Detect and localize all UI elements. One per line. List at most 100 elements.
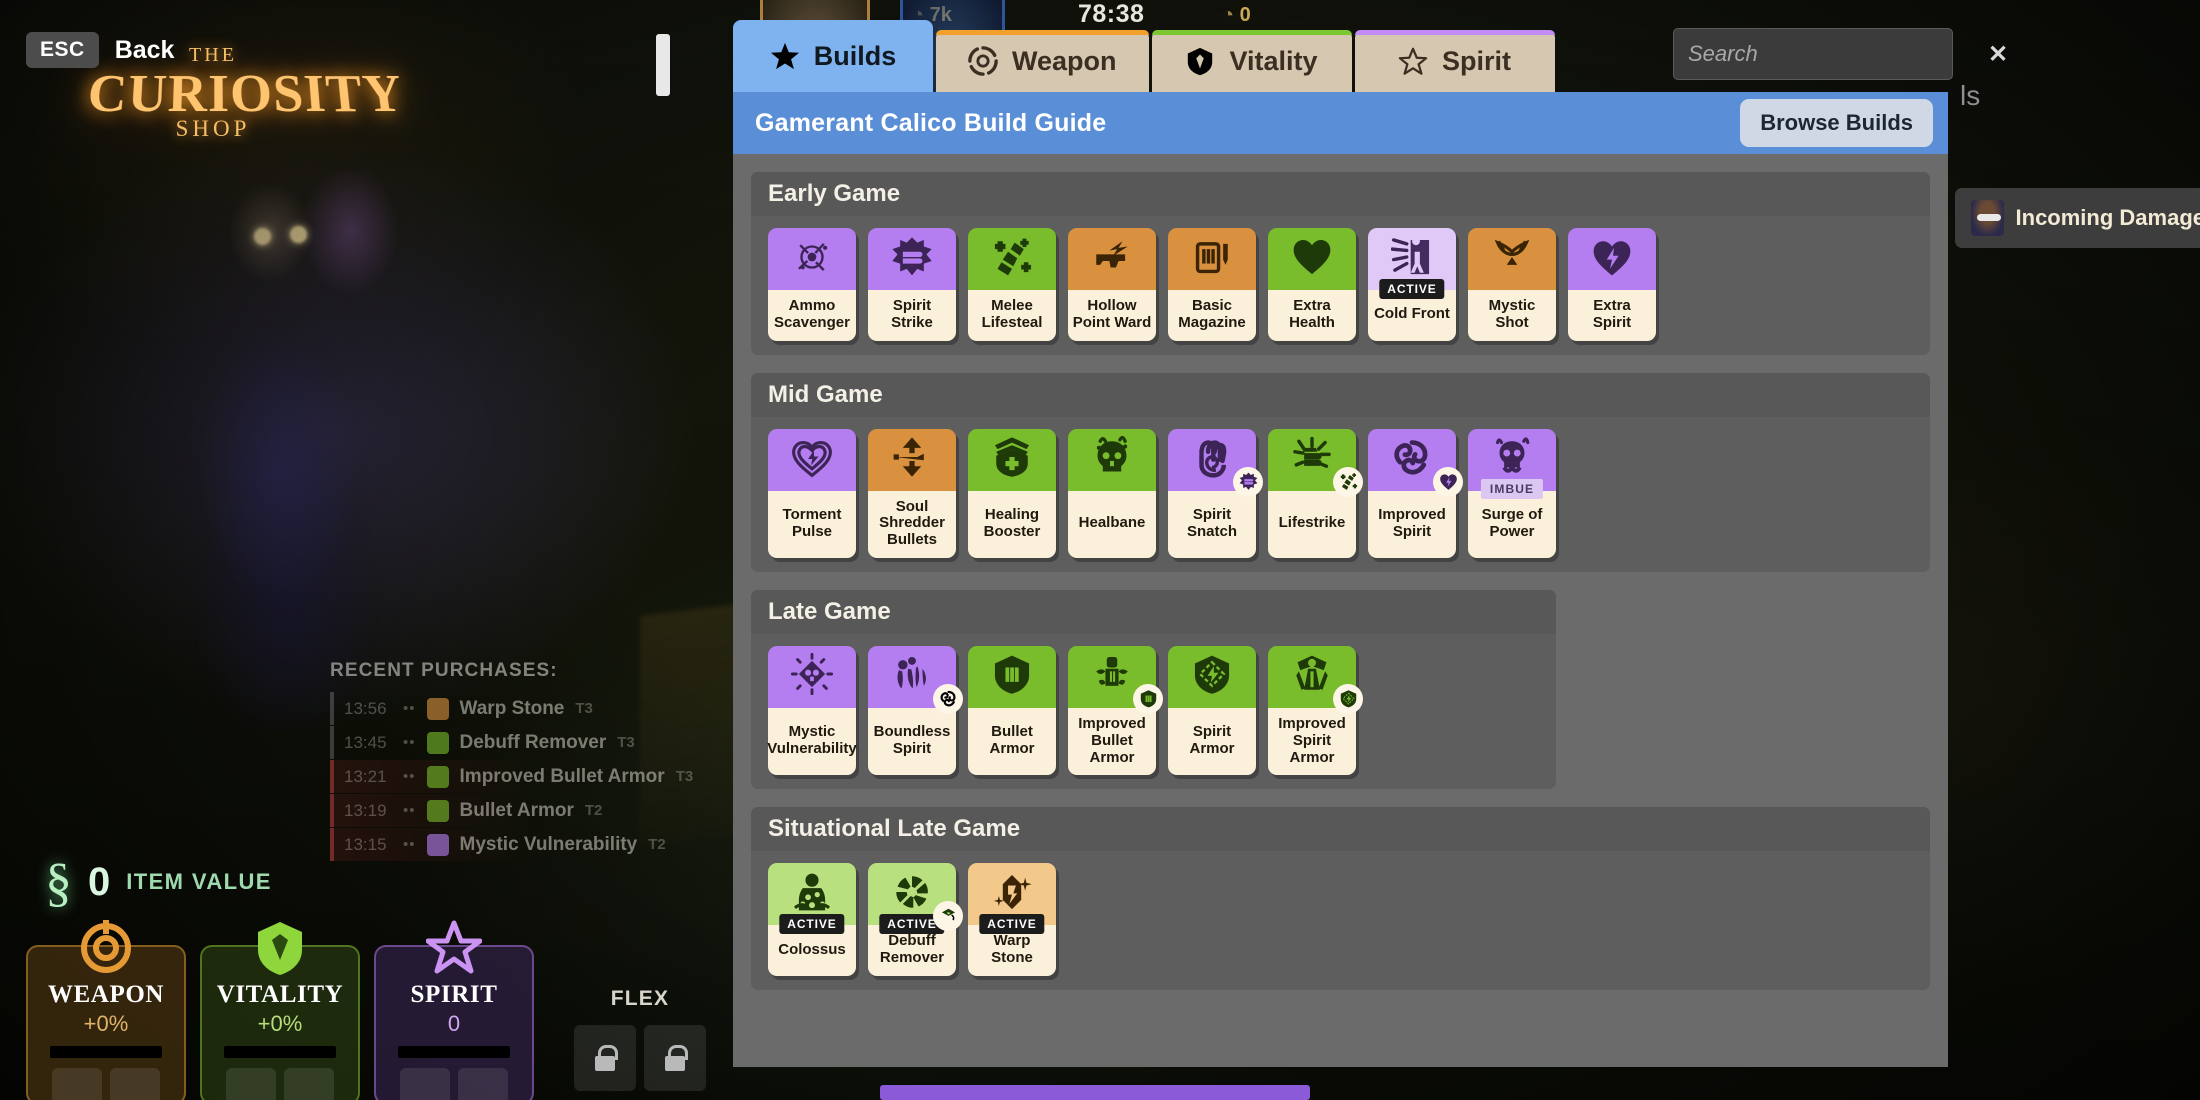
item-card[interactable]: Mystic Shot bbox=[1468, 228, 1556, 341]
item-art bbox=[768, 429, 856, 491]
item-slot[interactable] bbox=[110, 1068, 160, 1100]
tab-weapon[interactable]: Weapon bbox=[936, 30, 1149, 92]
item-art bbox=[968, 646, 1056, 708]
item-card[interactable]: Ammo Scavenger bbox=[768, 228, 856, 341]
flex-label: FLEX bbox=[574, 987, 706, 1011]
heart-icon bbox=[1291, 236, 1333, 283]
purchase-item-icon bbox=[427, 834, 449, 856]
close-icon[interactable]: ✕ bbox=[1980, 40, 2008, 69]
item-name: Spirit Strike bbox=[868, 290, 956, 341]
flex-slot-locked[interactable] bbox=[644, 1025, 706, 1091]
item-card[interactable]: Healing Booster bbox=[968, 429, 1056, 558]
item-slot[interactable] bbox=[284, 1068, 334, 1100]
stat-box-vitality[interactable]: VITALITY +0% bbox=[200, 945, 360, 1100]
gauntlet-icon bbox=[991, 236, 1033, 283]
item-name: Healbane bbox=[1068, 491, 1156, 558]
item-card[interactable]: Basic Magazine bbox=[1168, 228, 1256, 341]
spirit-emblem-icon bbox=[426, 920, 482, 976]
pistol-bolt-icon bbox=[1091, 236, 1133, 283]
item-card[interactable]: Bullet Armor bbox=[968, 646, 1056, 775]
frost-blast-icon bbox=[1391, 236, 1433, 278]
browse-builds-button[interactable]: Browse Builds bbox=[1740, 99, 1933, 147]
item-value-amount: 0 bbox=[88, 860, 110, 905]
recent-purchases-list: 13:56••Warp StoneT313:45••Debuff Remover… bbox=[330, 692, 693, 861]
purchase-item-name: Debuff Remover bbox=[460, 732, 607, 754]
gauntlet-icon bbox=[1339, 472, 1358, 491]
item-name: Healing Booster bbox=[968, 491, 1056, 558]
debuff-icon bbox=[939, 907, 958, 926]
shield-bolt-icon bbox=[1191, 653, 1233, 700]
stat-value: 0 bbox=[376, 1011, 532, 1037]
item-card[interactable]: Melee Lifesteal bbox=[968, 228, 1056, 341]
item-name: Torment Pulse bbox=[768, 491, 856, 558]
tab-builds[interactable]: Builds bbox=[733, 20, 933, 92]
winged-guard-icon bbox=[1291, 653, 1333, 695]
game-screen: ESC Back THE CURIOSITY SHOP ⚡ ⚡ 1.2k 6k … bbox=[0, 0, 2200, 1100]
list-item: 13:45••Debuff RemoverT3 bbox=[330, 726, 693, 759]
section-title: Situational Late Game bbox=[768, 815, 1020, 843]
shield-bolt-icon bbox=[1339, 689, 1358, 708]
item-card[interactable]: Spirit Strike bbox=[868, 228, 956, 341]
item-art bbox=[1368, 429, 1456, 491]
component-icon bbox=[1433, 467, 1463, 497]
item-art bbox=[1268, 646, 1356, 708]
item-card[interactable]: Lifestrike bbox=[1268, 429, 1356, 558]
purchase-separator: •• bbox=[403, 836, 416, 853]
winged-guard-icon bbox=[1291, 653, 1333, 700]
purchase-separator: •• bbox=[403, 700, 416, 717]
shield-icon bbox=[1185, 46, 1215, 76]
item-name: Mystic Shot bbox=[1468, 290, 1556, 341]
item-card[interactable]: Healbane bbox=[1068, 429, 1156, 558]
component-icon bbox=[933, 684, 963, 714]
item-card[interactable]: Extra Health bbox=[1268, 228, 1356, 341]
stat-box-spirit[interactable]: SPIRIT 0 bbox=[374, 945, 534, 1100]
card-grid: ACTIVEColossusACTIVEDebuff RemoverACTIVE… bbox=[751, 851, 1930, 976]
item-slot[interactable] bbox=[226, 1068, 276, 1100]
stat-name: VITALITY bbox=[202, 981, 358, 1009]
player-health-bar bbox=[656, 34, 670, 96]
item-card[interactable]: Hollow Point Ward bbox=[1068, 228, 1156, 341]
item-card[interactable]: IMBUESurge of Power bbox=[1468, 429, 1556, 558]
shield-cross-icon bbox=[991, 436, 1033, 478]
search-input[interactable] bbox=[1688, 41, 1980, 67]
tab-accent-bar bbox=[936, 30, 1149, 35]
mystic-bullet-icon bbox=[1491, 236, 1533, 278]
section-early-game: Early GameAmmo ScavengerSpirit StrikeMel… bbox=[751, 172, 1930, 355]
item-card[interactable]: Soul Shredder Bullets bbox=[868, 429, 956, 558]
item-slot[interactable] bbox=[52, 1068, 102, 1100]
item-card[interactable]: ACTIVECold Front bbox=[1368, 228, 1456, 341]
item-name: Melee Lifesteal bbox=[968, 290, 1056, 341]
purchase-time: 13:15 bbox=[344, 835, 392, 855]
item-card[interactable]: Improved Spirit bbox=[1368, 429, 1456, 558]
item-card[interactable]: Torment Pulse bbox=[768, 429, 856, 558]
item-art bbox=[1168, 228, 1256, 290]
back-control[interactable]: ESC Back bbox=[26, 32, 174, 68]
item-card[interactable]: ACTIVEWarp Stone bbox=[968, 863, 1056, 976]
item-art bbox=[1168, 429, 1256, 491]
item-name: Hollow Point Ward bbox=[1068, 290, 1156, 341]
tab-spirit[interactable]: Spirit bbox=[1355, 30, 1555, 92]
item-card[interactable]: ACTIVEColossus bbox=[768, 863, 856, 976]
item-slot[interactable] bbox=[458, 1068, 508, 1100]
section-title: Mid Game bbox=[768, 381, 883, 409]
purchase-item-name: Improved Bullet Armor bbox=[460, 766, 665, 788]
incoming-damage-label: Incoming Damage bbox=[2016, 205, 2200, 231]
item-slot[interactable] bbox=[400, 1068, 450, 1100]
item-card[interactable]: ACTIVEDebuff Remover bbox=[868, 863, 956, 976]
item-card[interactable]: Improved Spirit Armor bbox=[1268, 646, 1356, 775]
item-card[interactable]: Spirit Snatch bbox=[1168, 429, 1256, 558]
armored-figure-icon bbox=[1091, 653, 1133, 695]
item-card[interactable]: Extra Spirit bbox=[1568, 228, 1656, 341]
ghost-skull-icon bbox=[1491, 436, 1533, 483]
item-card[interactable]: Spirit Armor bbox=[1168, 646, 1256, 775]
triskelion-icon bbox=[939, 689, 958, 708]
pulse-heart-icon bbox=[791, 436, 833, 478]
item-card[interactable]: Mystic Vulnerability bbox=[768, 646, 856, 775]
tab-vitality[interactable]: Vitality bbox=[1152, 30, 1352, 92]
item-card[interactable]: Boundless Spirit bbox=[868, 646, 956, 775]
stat-box-weapon[interactable]: WEAPON +0% bbox=[26, 945, 186, 1100]
item-card[interactable]: Improved Bullet Armor bbox=[1068, 646, 1156, 775]
flex-slot-locked[interactable] bbox=[574, 1025, 636, 1091]
item-name: Extra Health bbox=[1268, 290, 1356, 341]
search-box[interactable]: ✕ bbox=[1673, 28, 1953, 80]
